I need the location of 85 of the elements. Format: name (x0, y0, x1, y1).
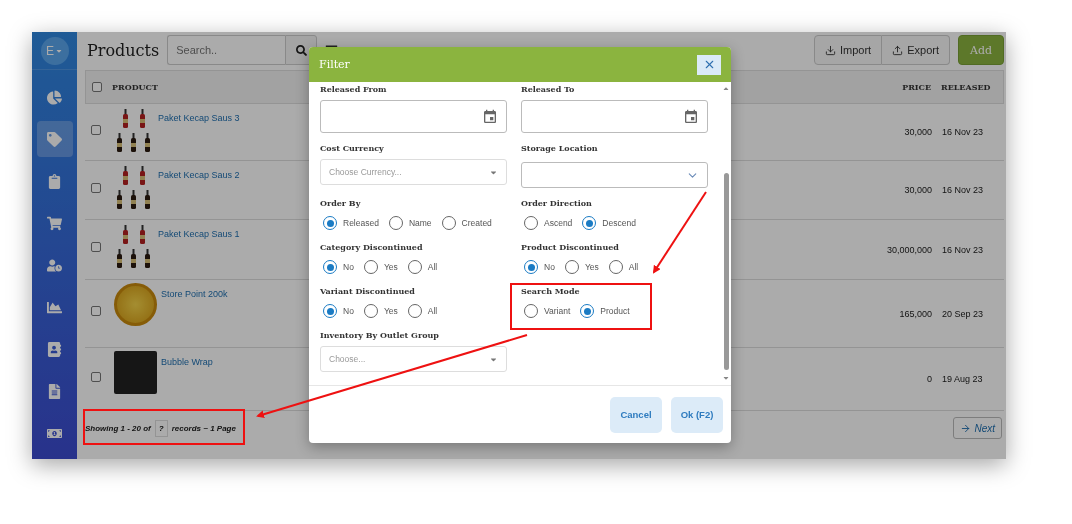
date-cell-text: 16 Nov 23 (942, 244, 985, 255)
field-label: Cost Currency (320, 143, 385, 153)
checkbox[interactable] (91, 124, 101, 135)
download-icon (825, 44, 836, 56)
date-field[interactable] (320, 100, 507, 133)
checkbox[interactable] (91, 242, 101, 252)
radio-option[interactable]: Name (388, 216, 432, 230)
checkbox[interactable] (91, 182, 101, 193)
product-link[interactable]: Paket Kecap Saus 1 (158, 229, 240, 271)
arrow-right-icon (960, 422, 972, 434)
radio-option[interactable]: All (407, 260, 438, 274)
date-cell-text: 19 Aug 23 (942, 374, 984, 384)
address-book-icon (47, 341, 62, 357)
coin-drawing (114, 283, 157, 326)
select-field[interactable] (521, 162, 708, 188)
radio-option[interactable]: No (323, 260, 354, 274)
date-cell-text: 16 Nov 23 (942, 127, 985, 137)
scroll-down-icon[interactable] (722, 374, 730, 382)
date-field[interactable] (521, 100, 708, 133)
date-cell-text: 16 Nov 23 (942, 185, 985, 195)
cart-icon (47, 215, 62, 231)
calendar-icon (482, 108, 498, 125)
calendar-icon (683, 108, 699, 125)
search-icon (295, 44, 307, 56)
radio-option[interactable]: Released (323, 216, 379, 230)
field-label: Product Discontinued (521, 242, 620, 252)
radio-option[interactable]: Created (441, 216, 492, 230)
page-title: Products (87, 40, 160, 60)
user-clock-icon (47, 257, 62, 273)
upload-icon (892, 44, 904, 56)
radio-option[interactable]: Ascend (524, 216, 573, 230)
radio-option[interactable]: Yes (363, 260, 398, 274)
product-link[interactable]: Paket Kecap Saus 3 (158, 113, 240, 155)
ok-button[interactable]: Ok (F2) (671, 396, 723, 433)
radio-option[interactable]: Descend (582, 216, 636, 230)
checkbox[interactable] (91, 306, 101, 316)
radio-option[interactable]: Yes (363, 304, 398, 318)
record-count: ? (154, 419, 168, 437)
clipboard-icon (47, 173, 62, 189)
toolbar-button[interactable]: Import (814, 35, 883, 65)
price-cell-text: 30,000 (903, 185, 933, 195)
next-button[interactable]: Next (953, 417, 1002, 439)
field-label: Inventory By Outlet Group (320, 330, 440, 340)
field-label: Order By (320, 198, 362, 208)
toolbar-button[interactable]: Export (882, 35, 950, 65)
file-icon (47, 383, 62, 399)
field-label: Search Mode (521, 286, 581, 296)
product-link[interactable]: Paket Kecap Saus 2 (158, 170, 240, 212)
price-cell-text: 165,000 (898, 308, 933, 319)
records-text: records ~ 1 Page (171, 423, 236, 433)
price-cell-text: 30,000,000 (885, 244, 933, 255)
radio-option[interactable]: Variant (524, 304, 571, 318)
radio-option[interactable]: All (608, 260, 639, 274)
close-button[interactable] (697, 54, 721, 75)
field-label: Order Direction (521, 198, 593, 208)
column-header: RELEASED (941, 82, 991, 92)
radio-option[interactable]: Yes (564, 260, 599, 274)
column-header: PRICE (902, 82, 932, 92)
radio-option[interactable]: Product (580, 304, 630, 318)
product-link[interactable]: Store Point 200k (161, 289, 228, 326)
price-cell-text: 30,000 (903, 127, 933, 137)
radio-option[interactable]: All (407, 304, 438, 318)
field-label: Variant Discontinued (320, 286, 416, 296)
price-cell-text: 0 (926, 374, 933, 384)
field-label: Storage Location (521, 143, 599, 153)
column-header: PRODUCT (112, 82, 158, 92)
date-cell-text: 20 Sep 23 (942, 308, 985, 319)
field-label: Released To (521, 84, 576, 94)
scrollbar-thumb[interactable] (723, 173, 729, 370)
area-chart-icon (47, 299, 62, 315)
cancel-button[interactable]: Cancel (610, 396, 662, 433)
tag-icon (47, 131, 62, 147)
radio-option[interactable]: No (323, 304, 354, 318)
field-label: Released From (320, 84, 388, 94)
search-field[interactable]: Search.. (167, 35, 286, 65)
dialog-title: Filter (319, 58, 350, 71)
pie-chart-icon (47, 89, 62, 105)
radio-option[interactable]: No (524, 260, 555, 274)
photo-placeholder (114, 351, 157, 394)
scroll-up-icon[interactable] (722, 85, 730, 93)
checkbox[interactable] (92, 82, 102, 92)
field-label: Category Discontinued (320, 242, 424, 252)
product-link[interactable]: Bubble Wrap (161, 357, 213, 394)
records-text: Showing 1 - 20 of (85, 423, 151, 433)
checkbox[interactable] (91, 371, 101, 382)
